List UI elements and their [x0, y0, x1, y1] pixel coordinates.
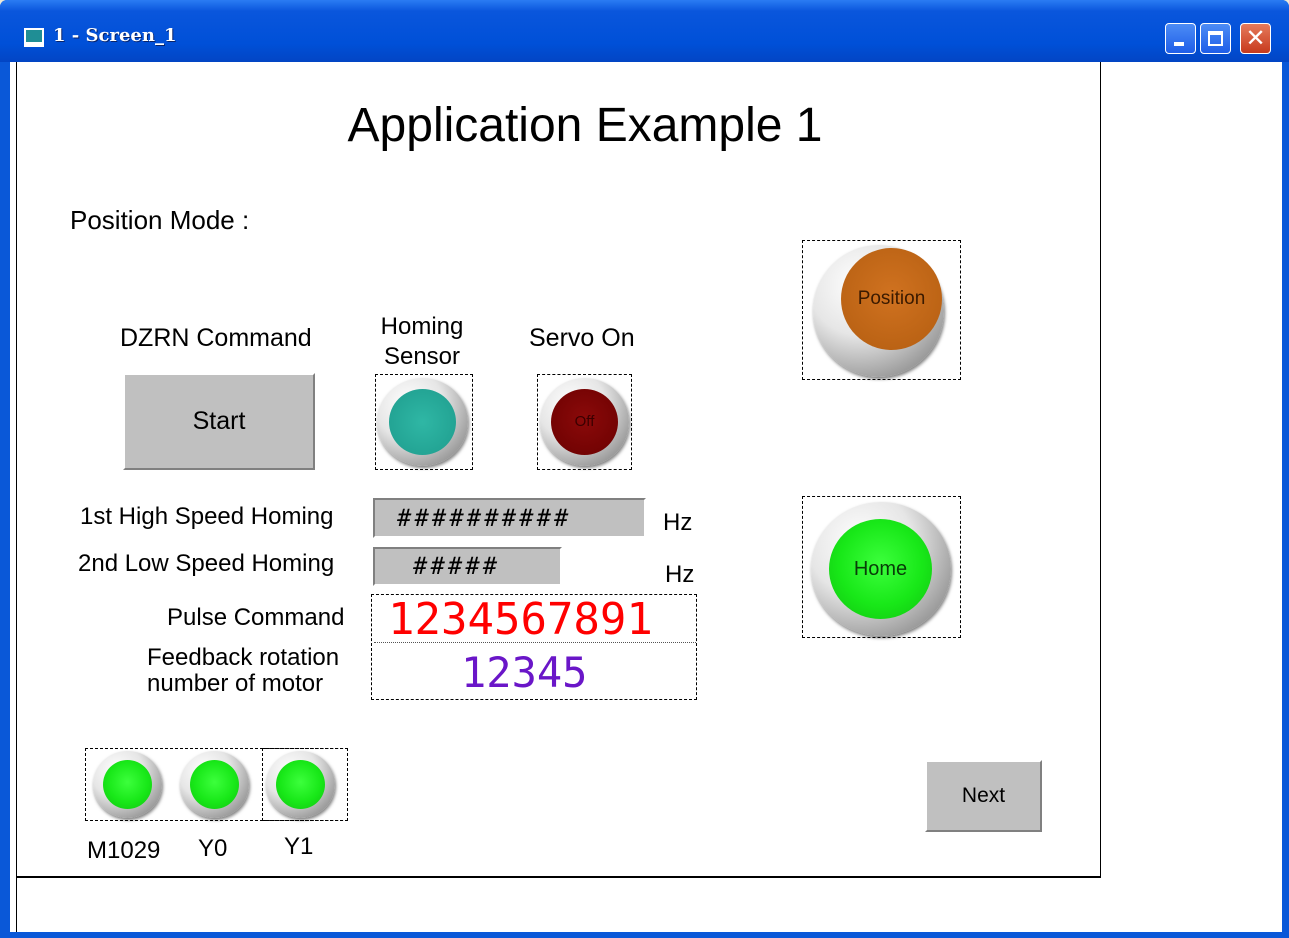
dzrn-command-label: DZRN Command	[120, 324, 312, 352]
maximize-button[interactable]	[1200, 23, 1231, 54]
servo-on-button[interactable]: Off	[540, 378, 629, 466]
high-speed-homing-field[interactable]: ##########	[373, 498, 646, 538]
y1-lamp	[266, 751, 335, 818]
high-speed-homing-label: 1st High Speed Homing	[80, 503, 334, 530]
y0-label: Y0	[198, 835, 228, 862]
m1029-label: M1029	[87, 837, 161, 864]
low-speed-homing-field[interactable]: #####	[373, 547, 562, 586]
minimize-icon	[1174, 42, 1184, 46]
start-button[interactable]: Start	[123, 373, 315, 470]
y1-label: Y1	[284, 833, 314, 860]
screen-border-left	[16, 62, 17, 932]
home-button-label: Home	[829, 519, 932, 619]
m1029-lamp	[93, 751, 162, 818]
homing-sensor-lamp	[377, 378, 468, 466]
feedback-label-line1: Feedback rotation	[147, 644, 340, 671]
page-title: Application Example 1	[347, 99, 823, 152]
m1029-indicator	[103, 760, 152, 809]
screen-border-right	[1100, 62, 1101, 877]
window-title: 1 - Screen_1	[53, 25, 177, 46]
next-button[interactable]: Next	[925, 760, 1042, 832]
y1-indicator	[276, 760, 325, 809]
servo-on-label: Servo On	[529, 324, 635, 352]
feedback-label-line2: number of motor	[147, 670, 324, 697]
minimize-button[interactable]	[1165, 23, 1196, 54]
servo-state-text: Off	[551, 389, 618, 455]
title-bar[interactable]: 1 - Screen_1 ✕	[0, 0, 1289, 62]
close-icon: ✕	[1245, 24, 1266, 52]
home-button[interactable]: Home	[811, 502, 951, 636]
low-speed-unit: Hz	[665, 561, 695, 588]
screen-canvas: Application Example 1 Position Mode : DZ…	[10, 62, 1282, 932]
app-window: 1 - Screen_1 ✕ Application Example 1 Pos…	[0, 0, 1289, 938]
pulse-command-value: 1234567891	[388, 594, 653, 645]
homing-sensor-label: Homing Sensor	[380, 313, 464, 370]
homing-sensor-indicator	[389, 389, 456, 455]
maximize-icon	[1208, 31, 1223, 46]
position-button[interactable]: Position	[813, 245, 944, 377]
feedback-rotation-value: 12345	[461, 648, 588, 697]
counter-divider	[374, 642, 696, 643]
window-icon	[24, 28, 44, 47]
y0-indicator	[190, 760, 239, 809]
position-button-label: Position	[841, 248, 942, 350]
position-mode-label: Position Mode :	[70, 205, 250, 235]
high-speed-unit: Hz	[663, 509, 693, 536]
pulse-command-label: Pulse Command	[167, 604, 345, 631]
low-speed-homing-label: 2nd Low Speed Homing	[78, 550, 335, 577]
screen-border-bottom	[17, 876, 1101, 878]
y0-lamp	[180, 751, 249, 818]
close-button[interactable]: ✕	[1240, 23, 1271, 54]
